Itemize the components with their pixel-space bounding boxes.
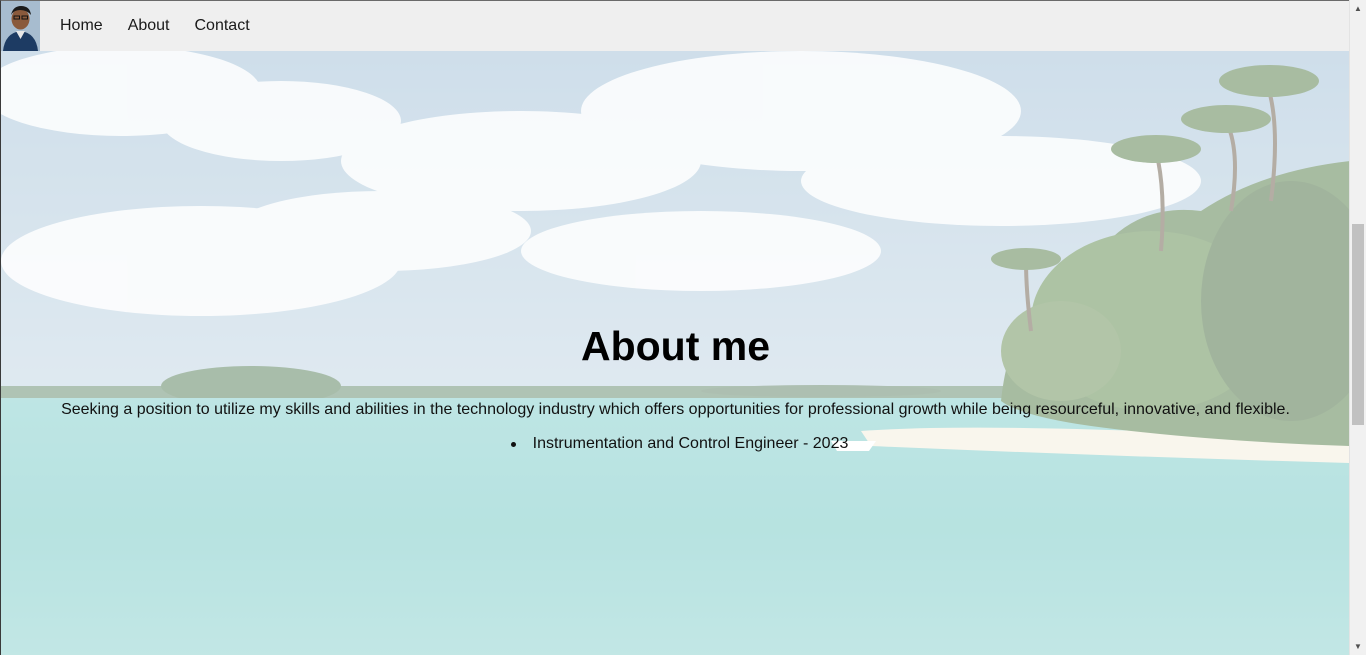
scrollbar-thumb[interactable] bbox=[1352, 224, 1364, 425]
browser-viewport: Home About Contact About me Seeking a po… bbox=[0, 0, 1366, 655]
scroll-up-arrow-icon[interactable]: ▲ bbox=[1350, 0, 1366, 17]
about-summary: Seeking a position to utilize my skills … bbox=[61, 401, 1290, 418]
education-list: Instrumentation and Control Engineer - 2… bbox=[1, 434, 1349, 454]
scroll-down-arrow-icon[interactable]: ▼ bbox=[1350, 638, 1366, 655]
nav-links: Home About Contact bbox=[60, 1, 275, 51]
profile-avatar[interactable] bbox=[1, 1, 40, 51]
top-navbar: Home About Contact bbox=[1, 1, 1349, 51]
nav-link-about[interactable]: About bbox=[128, 1, 170, 51]
vertical-scrollbar[interactable]: ▲ ▼ bbox=[1349, 0, 1366, 655]
education-item: Instrumentation and Control Engineer - 2… bbox=[510, 434, 848, 454]
page: Home About Contact About me Seeking a po… bbox=[0, 0, 1349, 655]
nav-link-home[interactable]: Home bbox=[60, 1, 103, 51]
nav-link-contact[interactable]: Contact bbox=[195, 1, 250, 51]
about-title: About me bbox=[580, 323, 771, 369]
